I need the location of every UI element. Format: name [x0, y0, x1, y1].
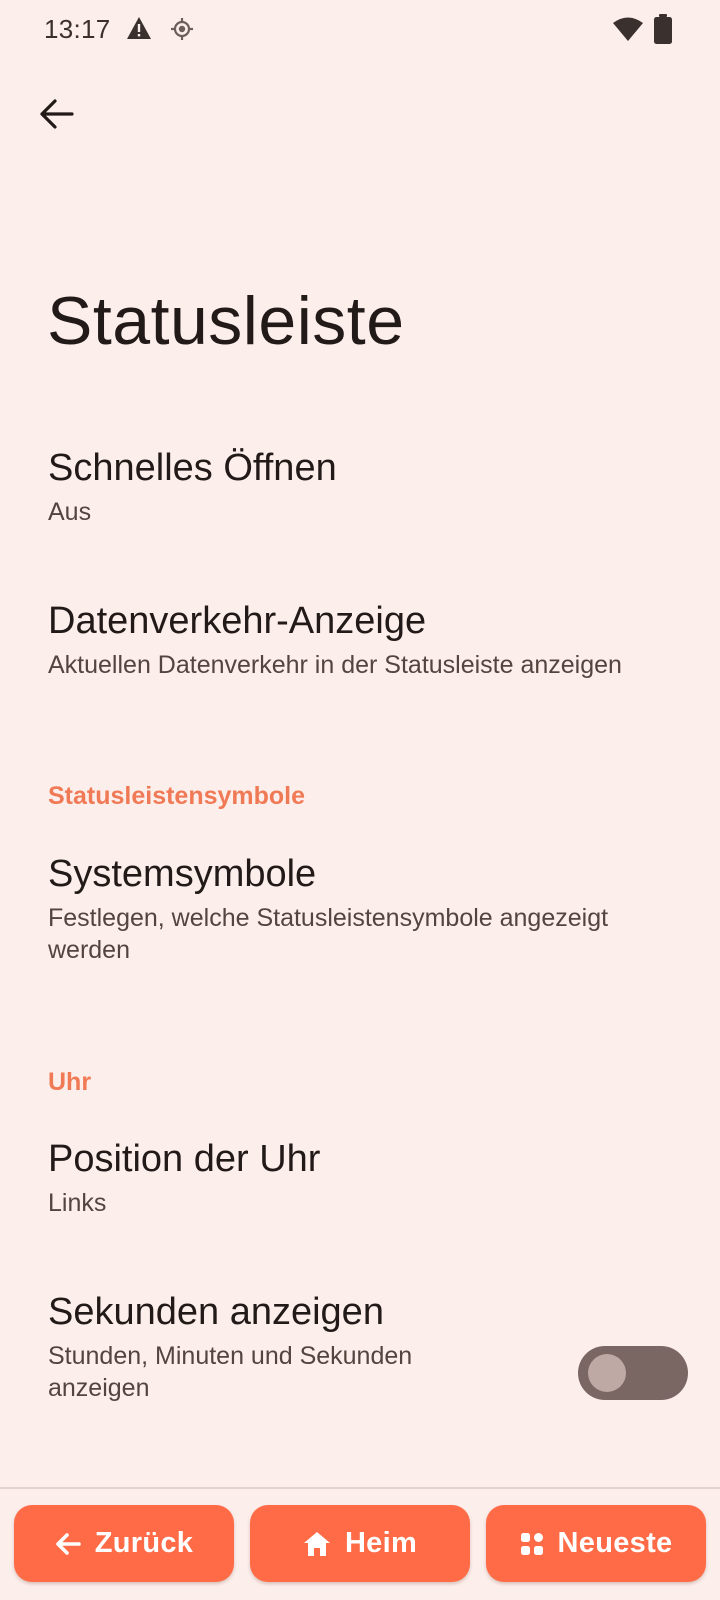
- warning-icon: [126, 16, 152, 45]
- pref-system-icons[interactable]: Systemsymbole Festlegen, welche Statusle…: [0, 852, 720, 966]
- pref-summary: Aus: [48, 498, 92, 526]
- battery-icon: [654, 14, 672, 49]
- pref-data-traffic[interactable]: Datenverkehr-Anzeige Aktuellen Datenverk…: [0, 599, 720, 681]
- status-bar: 13:17: [0, 0, 720, 62]
- pref-quick-open[interactable]: Schnelles Öffnen Aus: [0, 446, 720, 528]
- switch-thumb: [588, 1354, 626, 1392]
- pref-summary: Aktuellen Datenverkehr in der Statusleis…: [48, 651, 622, 679]
- nav-home-label: Heim: [344, 1527, 418, 1559]
- category-clock: Uhr: [48, 1068, 92, 1096]
- pref-title: Schnelles Öffnen: [48, 447, 337, 489]
- nav-recent-label: Neueste: [557, 1527, 673, 1559]
- back-button[interactable]: [32, 90, 80, 138]
- nav-home-button[interactable]: Heim: [250, 1505, 470, 1582]
- pref-summary: Links: [48, 1189, 107, 1217]
- pref-title: Sekunden anzeigen: [48, 1291, 384, 1333]
- pref-clock-position[interactable]: Position der Uhr Links: [0, 1137, 720, 1219]
- pref-summary: Stunden, Minuten und Sekunden anzeigen: [48, 1342, 413, 1402]
- page-title: Statusleiste: [47, 283, 405, 359]
- nav-recent-button[interactable]: Neueste: [486, 1505, 706, 1582]
- pref-title: Datenverkehr-Anzeige: [48, 600, 427, 642]
- arrow-left-icon: [40, 99, 74, 129]
- pref-title: Position der Uhr: [48, 1138, 321, 1180]
- nav-back-label: Zurück: [94, 1527, 194, 1559]
- status-time: 13:17: [44, 14, 111, 44]
- wifi-icon: [612, 16, 644, 47]
- home-icon: [303, 1531, 330, 1556]
- category-status-bar-icons: Statusleistensymbole: [48, 782, 306, 810]
- show-seconds-switch[interactable]: [578, 1346, 688, 1400]
- nav-bar: Zurück Heim Neueste: [0, 1489, 720, 1600]
- recent-apps-icon: [520, 1532, 543, 1555]
- location-icon: [170, 17, 194, 46]
- arrow-left-icon: [55, 1532, 81, 1555]
- nav-back-button[interactable]: Zurück: [14, 1505, 234, 1582]
- pref-summary: Festlegen, welche Statusleistensymbole a…: [48, 904, 609, 964]
- pref-title: Systemsymbole: [48, 853, 317, 895]
